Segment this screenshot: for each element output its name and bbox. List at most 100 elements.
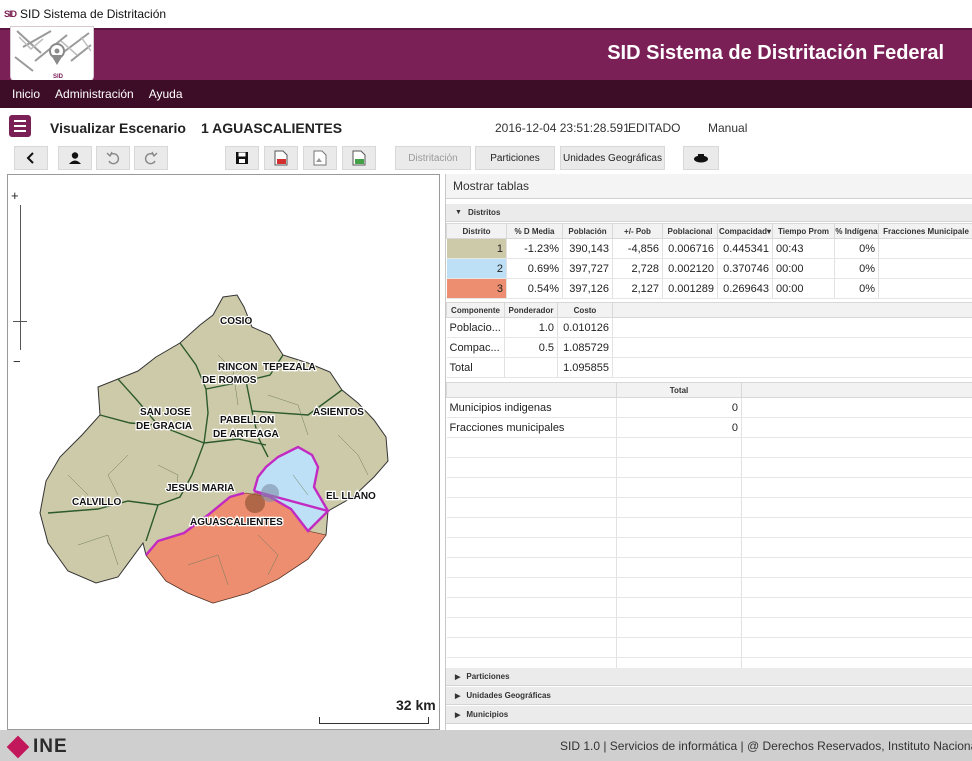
- scenario-datetime: 2016-12-04 23:51:28.591: [495, 121, 630, 135]
- distritos-column-header[interactable]: % D Media: [506, 223, 563, 239]
- empty-cell: [616, 477, 742, 498]
- toolbar: Distritación Particiones Unidades Geográ…: [0, 144, 972, 172]
- distrito-id-cell: 1: [446, 238, 507, 259]
- distrito-id-cell: 2: [446, 258, 507, 279]
- distritos-column-header[interactable]: Población: [562, 223, 613, 239]
- user-location-icon: [69, 152, 81, 164]
- empty-cell: [616, 457, 742, 478]
- city-urban-area[interactable]: [261, 484, 279, 502]
- empty-cell: [616, 537, 742, 558]
- view-button[interactable]: [683, 146, 719, 170]
- redo-button[interactable]: [134, 146, 168, 170]
- componente-cell: 1.085729: [557, 337, 613, 358]
- map-municipality-label: COSIO: [220, 316, 252, 327]
- totales-column-header[interactable]: [741, 382, 972, 398]
- totales-cell: 0: [616, 417, 742, 438]
- empty-row: [446, 477, 972, 498]
- totales-column-header[interactable]: Total: [616, 382, 742, 398]
- distrito-row[interactable]: 3 0.54% 397,126 2,127 0.001289 0.269643 00:00 0…: [446, 278, 972, 299]
- distritos-column-header[interactable]: Poblacional: [662, 223, 718, 239]
- componente-row[interactable]: Poblacio... 1.0 0.010126: [446, 317, 972, 338]
- totales-column-header[interactable]: [446, 382, 617, 398]
- totales-row[interactable]: Fracciones municipales 0: [446, 417, 972, 438]
- empty-cell: [446, 637, 617, 658]
- map-municipality-label: DE GRACIA: [136, 421, 192, 432]
- menu-administracion[interactable]: Administración: [55, 87, 134, 101]
- footer-copyright: SID 1.0 | Servicios de informática | @ D…: [560, 739, 972, 753]
- sid-logo: SID: [10, 26, 94, 82]
- distritos-column-header[interactable]: +/- Pob: [612, 223, 663, 239]
- back-button[interactable]: [14, 146, 48, 170]
- menu-ayuda[interactable]: Ayuda: [149, 87, 183, 101]
- zoom-slider-thumb[interactable]: [13, 321, 27, 322]
- componentes-column-header[interactable]: Costo: [557, 302, 613, 318]
- empty-cell: [741, 577, 972, 598]
- distritos-column-header[interactable]: Fracciones Municipale: [878, 223, 972, 239]
- app-title: SID Sistema de Distritación Federal: [607, 42, 944, 64]
- distritos-column-header[interactable]: Distrito: [446, 223, 507, 239]
- distrito-cell: 0.269643: [717, 278, 773, 299]
- componentes-header-row: Componente Ponderador Costo: [446, 302, 972, 318]
- map-municipality-label: ASIENTOS: [313, 407, 364, 418]
- export-image-button[interactable]: [303, 146, 337, 170]
- empty-cell: [446, 437, 617, 458]
- empty-row: [446, 497, 972, 518]
- main-menu: Inicio Administración Ayuda: [0, 80, 972, 108]
- map-municipality-label: EL LLANO: [326, 491, 376, 502]
- expand-right-icon: ▶: [455, 673, 461, 681]
- componente-row[interactable]: Total 1.095855: [446, 357, 972, 378]
- map-view[interactable]: COSIO RINCON DE ROMOS TEPEZALA SAN JOSE DE GR…: [7, 174, 440, 730]
- app-icon: SID: [4, 9, 17, 19]
- tab-unidades-geograficas[interactable]: Unidades Geográficas: [560, 146, 665, 170]
- zoom-out-button[interactable]: −: [13, 354, 21, 369]
- map-municipality-label: TEPEZALA: [263, 362, 316, 373]
- componentes-column-header[interactable]: Ponderador: [504, 302, 558, 318]
- totales-row[interactable]: Municipios indigenas 0: [446, 397, 972, 418]
- map-canvas[interactable]: COSIO RINCON DE ROMOS TEPEZALA SAN JOSE DE GR…: [8, 175, 441, 731]
- componente-cell: Poblacio...: [446, 317, 505, 338]
- distritos-column-header[interactable]: Tiempo Prom: [772, 223, 835, 239]
- distrito-cell: 2,127: [612, 278, 663, 299]
- map-municipality-label: DE ARTEAGA: [213, 429, 279, 440]
- distrito-row[interactable]: 2 0.69% 397,727 2,728 0.002120 0.370746 00:00 0…: [446, 258, 972, 279]
- empty-cell: [741, 617, 972, 638]
- zoom-slider-track[interactable]: [20, 205, 21, 350]
- user-location-button[interactable]: [58, 146, 92, 170]
- unidades-section-header[interactable]: ▶ Unidades Geográficas: [446, 687, 972, 705]
- zoom-in-button[interactable]: +: [11, 188, 19, 203]
- municipios-section-header[interactable]: ▶ Municipios: [446, 706, 972, 724]
- distrito-cell: 390,143: [562, 238, 613, 259]
- distritos-column-header[interactable]: Compacidad▾: [717, 223, 773, 239]
- hamburger-menu-icon[interactable]: [9, 115, 31, 137]
- export-csv-button[interactable]: [342, 146, 376, 170]
- export-pdf-button[interactable]: [264, 146, 298, 170]
- particiones-section-header[interactable]: ▶ Particiones: [446, 668, 972, 686]
- window-title: SID Sistema de Distritación: [20, 7, 167, 21]
- distrito-cell: -4,856: [612, 238, 663, 259]
- back-icon: [26, 152, 34, 164]
- componente-cell: [504, 357, 558, 378]
- distrito-cell: 0%: [834, 238, 879, 259]
- footer: INE SID 1.0 | Servicios de informática |…: [0, 730, 972, 761]
- save-button[interactable]: [225, 146, 259, 170]
- tab-particiones[interactable]: Particiones: [475, 146, 555, 170]
- undo-button[interactable]: [96, 146, 130, 170]
- componente-row[interactable]: Compac... 0.5 1.085729: [446, 337, 972, 358]
- map-municipality-label: JESUS MARIA: [166, 483, 234, 494]
- distritos-column-header[interactable]: % Indígena: [834, 223, 879, 239]
- empty-row: [446, 577, 972, 598]
- componentes-column-header[interactable]: Componente: [446, 302, 505, 318]
- componentes-column-header[interactable]: [612, 302, 972, 318]
- empty-cell: [446, 517, 617, 538]
- distrito-cell: 397,727: [562, 258, 613, 279]
- filler-cell: [612, 337, 972, 358]
- distrito-row[interactable]: 1 -1.23% 390,143 -4,856 0.006716 0.445341 00:4…: [446, 238, 972, 259]
- empty-cell: [616, 517, 742, 538]
- menu-inicio[interactable]: Inicio: [12, 87, 40, 101]
- show-tables-header[interactable]: Mostrar tablas: [446, 174, 972, 199]
- view-icon: [694, 154, 708, 163]
- distritos-section-header[interactable]: ▼ Distritos: [446, 204, 972, 222]
- empty-cell: [446, 597, 617, 618]
- distrito-cell: 0%: [834, 258, 879, 279]
- tab-distritacion[interactable]: Distritación: [395, 146, 471, 170]
